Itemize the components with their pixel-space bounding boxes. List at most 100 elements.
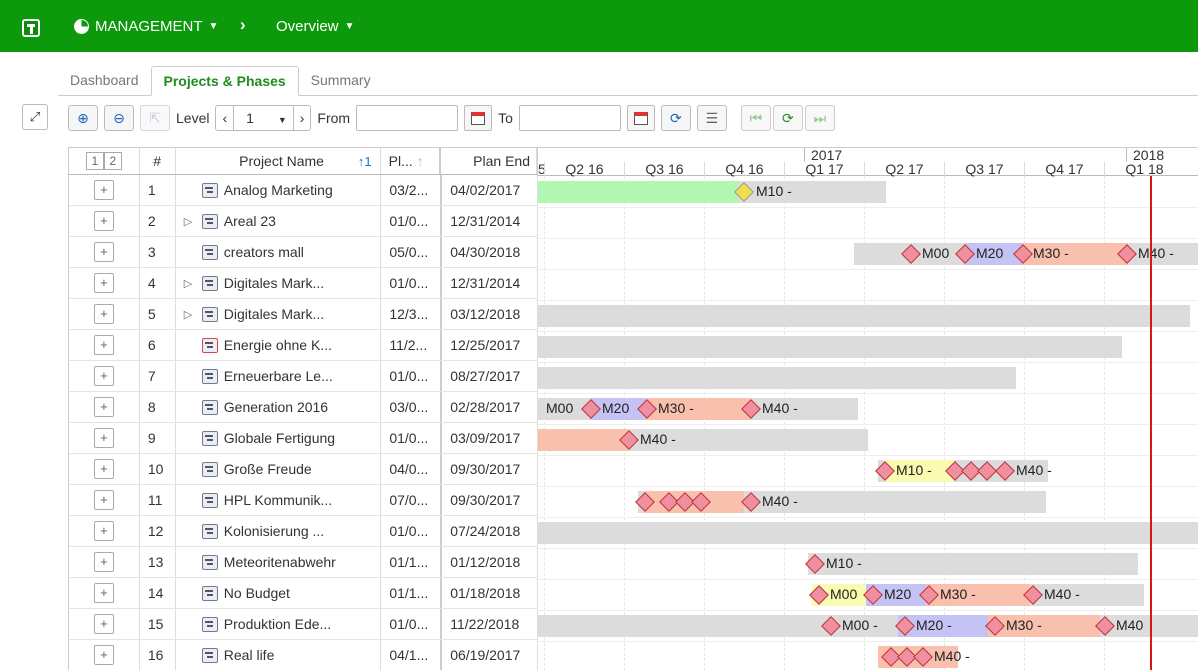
level-prev-button[interactable]: ‹ <box>216 110 233 126</box>
project-name-cell[interactable]: ▷Kolonisierung ... <box>176 516 382 546</box>
level-2-button[interactable]: 2 <box>103 152 122 170</box>
gantt-bar[interactable] <box>538 305 1190 327</box>
plus-icon[interactable]: + <box>93 490 114 510</box>
row-divider <box>538 269 1198 270</box>
plus-icon[interactable]: + <box>93 304 114 324</box>
gantt-bar[interactable] <box>538 522 1198 544</box>
project-name-cell[interactable]: ▷Globale Fertigung <box>176 423 382 453</box>
module-menu[interactable]: MANAGEMENT ▼ <box>74 18 218 35</box>
view-menu[interactable]: Overview ▼ <box>276 18 354 35</box>
plus-icon[interactable]: + <box>93 583 114 603</box>
tab-projects-phases[interactable]: Projects & Phases <box>150 66 299 96</box>
table-row[interactable]: +4 ▷ Digitales Mark... 01/0... 12/31/2014 <box>68 268 538 299</box>
level-select[interactable]: 1 ▼ <box>233 106 294 130</box>
plan-start-cell: 07/0... <box>381 485 443 515</box>
plus-icon[interactable]: + <box>93 645 114 665</box>
num-column-header[interactable]: # <box>140 148 176 174</box>
plan-end-cell: 04/02/2017 <box>442 175 538 205</box>
scroll-today-button[interactable]: ⟳ <box>772 105 803 131</box>
project-name-cell[interactable]: ▷creators mall <box>176 237 382 267</box>
table-row[interactable]: +1▷Analog Marketing03/2...04/02/2017 <box>68 175 538 206</box>
project-icon <box>201 430 218 446</box>
table-row[interactable]: +5 ▷ Digitales Mark... 12/3... 03/12/2018 <box>68 299 538 330</box>
project-name-cell[interactable]: ▷Erneuerbare Le... <box>176 361 382 391</box>
level-stepper[interactable]: ‹ 1 ▼ › <box>215 105 312 131</box>
table-row[interactable]: +10▷Große Freude04/0...09/30/2017 <box>68 454 538 485</box>
tab-summary[interactable]: Summary <box>299 66 383 96</box>
plus-icon[interactable]: + <box>93 428 114 448</box>
table-row[interactable]: +6▷Energie ohne K...11/2...12/25/2017 <box>68 330 538 361</box>
scroll-first-button[interactable]: ⏮ <box>740 105 771 131</box>
project-name-cell[interactable]: ▷ Digitales Mark... <box>176 299 382 329</box>
table-row[interactable]: +14▷No Budget01/1...01/18/2018 <box>68 578 538 609</box>
zoom-out-button[interactable]: ⊖ <box>104 105 134 131</box>
gantt-bar[interactable] <box>538 336 1122 358</box>
table-row[interactable]: +11▷HPL Kommunik...07/0...09/30/2017 <box>68 485 538 516</box>
refresh-button[interactable]: ⟳ <box>660 105 691 131</box>
level-1-button[interactable]: 1 <box>85 152 104 170</box>
plus-icon[interactable]: + <box>93 242 114 262</box>
level-next-button[interactable]: › <box>294 110 311 126</box>
grid-body: +1▷Analog Marketing03/2...04/02/2017+2▷A… <box>68 175 538 670</box>
project-name-cell[interactable]: ▷ Areal 23 <box>176 206 382 236</box>
row-divider <box>538 300 1198 301</box>
table-row[interactable]: +2 ▷ Areal 23 01/0... 12/31/2014 <box>68 206 538 237</box>
table-row[interactable]: +9▷Globale Fertigung01/0...03/09/2017 <box>68 423 538 454</box>
project-name-cell[interactable]: ▷Real life <box>176 640 382 670</box>
project-name-cell[interactable]: ▷Große Freude <box>176 454 382 484</box>
project-name-cell[interactable]: ▷ Digitales Mark... <box>176 268 382 298</box>
fullscreen-expand-button[interactable]: ⤢ <box>22 104 48 130</box>
table-row[interactable]: +8▷Generation 201603/0...02/28/2017 <box>68 392 538 423</box>
plus-icon[interactable]: + <box>93 459 114 479</box>
table-row[interactable]: +13▷Meteoritenabwehr01/1...01/12/2018 <box>68 547 538 578</box>
table-row[interactable]: +16▷Real life04/1...06/19/2017 <box>68 640 538 670</box>
table-row[interactable]: +12▷Kolonisierung ...01/0...07/24/2018 <box>68 516 538 547</box>
plus-icon[interactable]: + <box>93 552 114 572</box>
from-date-input[interactable] <box>356 105 459 131</box>
plan-start-cell: 01/0... <box>381 361 443 391</box>
name-column-header[interactable]: Project Name ↑1 <box>176 148 381 174</box>
project-name: Meteoritenabwehr <box>223 554 336 570</box>
row-number: 11 <box>140 485 176 515</box>
plan-start-column-header[interactable]: Pl... ↑ <box>381 148 442 174</box>
from-calendar-button[interactable] <box>464 105 493 131</box>
expand-triangle-icon[interactable]: ▷ <box>184 277 194 290</box>
project-name-cell[interactable]: ▷Produktion Ede... <box>176 609 382 639</box>
plus-icon[interactable]: + <box>93 211 114 231</box>
plus-icon[interactable]: + <box>93 521 114 541</box>
plus-icon[interactable]: + <box>93 397 114 417</box>
expand-triangle-icon[interactable]: ▷ <box>184 215 194 228</box>
project-name-cell[interactable]: ▷Meteoritenabwehr <box>176 547 382 577</box>
milestone-label: M40 - <box>1016 462 1052 478</box>
project-name-cell[interactable]: ▷No Budget <box>176 578 382 608</box>
project-name-cell[interactable]: ▷Generation 2016 <box>176 392 382 422</box>
row-divider <box>538 424 1198 425</box>
plus-icon[interactable]: + <box>93 273 114 293</box>
fit-view-button[interactable]: ⇱ <box>140 105 170 131</box>
app-logo-icon[interactable] <box>22 19 40 37</box>
plus-icon[interactable]: + <box>93 335 114 355</box>
project-name: Energie ohne K... <box>223 337 332 353</box>
plus-icon[interactable]: + <box>93 614 114 634</box>
expand-triangle-icon[interactable]: ▷ <box>184 308 194 321</box>
project-name: Globale Fertigung <box>223 430 336 446</box>
plan-start-cell: 05/0... <box>381 237 443 267</box>
gantt-bar[interactable] <box>538 367 1016 389</box>
tab-dashboard[interactable]: Dashboard <box>58 66 151 96</box>
to-date-input[interactable] <box>518 105 621 131</box>
scroll-last-button[interactable]: ⏭ <box>804 105 835 131</box>
table-row[interactable]: +7▷Erneuerbare Le...01/0...08/27/2017 <box>68 361 538 392</box>
row-divider <box>538 548 1198 549</box>
plan-end-column-header[interactable]: Plan End <box>441 148 537 174</box>
table-row[interactable]: +3▷creators mall05/0...04/30/2018 <box>68 237 538 268</box>
table-row[interactable]: +15▷Produktion Ede...01/0...11/22/2018 <box>68 609 538 640</box>
row-expand-cell: + <box>69 175 140 205</box>
list-view-button[interactable]: ☰ <box>696 105 727 131</box>
project-name-cell[interactable]: ▷HPL Kommunik... <box>176 485 382 515</box>
project-name-cell[interactable]: ▷Energie ohne K... <box>176 330 382 360</box>
to-calendar-button[interactable] <box>626 105 655 131</box>
plus-icon[interactable]: + <box>93 180 114 200</box>
plus-icon[interactable]: + <box>93 366 114 386</box>
zoom-in-button[interactable]: ⊕ <box>68 105 98 131</box>
project-name-cell[interactable]: ▷Analog Marketing <box>176 175 382 205</box>
